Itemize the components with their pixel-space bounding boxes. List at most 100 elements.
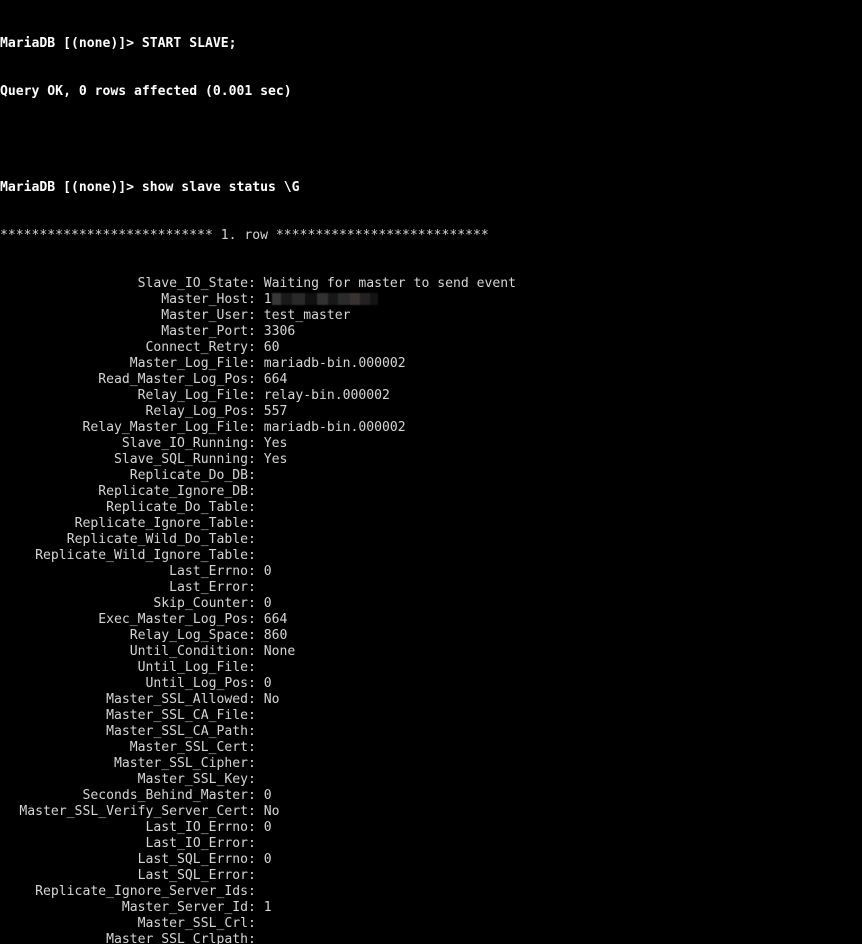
status-field-separator: : <box>248 852 264 867</box>
status-field-row: Master_SSL_Verify_Server_Cert: No <box>0 804 862 820</box>
status-field-separator: : <box>248 324 264 339</box>
status-field-separator: : <box>248 708 264 723</box>
status-field-label: Until_Condition <box>129 644 248 659</box>
query-ok-result: Query OK, 0 rows affected (0.001 sec) <box>0 84 292 99</box>
status-field-value: 664 <box>263 372 288 387</box>
status-field-label: Until_Log_Pos <box>145 676 248 691</box>
status-field-value: mariadb-bin.000002 <box>263 356 406 371</box>
status-field-row: Slave_IO_State: Waiting for master to se… <box>0 276 862 292</box>
status-field-row: Replicate_Ignore_Server_Ids: <box>0 884 862 900</box>
status-field-separator: : <box>248 500 264 515</box>
status-field-label: Master_Host <box>161 292 248 307</box>
status-field-row: Skip_Counter: 0 <box>0 596 862 612</box>
status-field-label: Master_SSL_Crl <box>137 916 248 931</box>
status-field-row: Master_SSL_CA_Path: <box>0 724 862 740</box>
status-field-row: Slave_IO_Running: Yes <box>0 436 862 452</box>
status-field-label: Slave_SQL_Running <box>113 452 248 467</box>
status-field-value: Yes <box>263 452 288 467</box>
status-field-row: Read_Master_Log_Pos: 664 <box>0 372 862 388</box>
status-field-value: 0 <box>263 852 272 867</box>
status-field-value: 664 <box>263 612 288 627</box>
status-field-separator: : <box>248 916 264 931</box>
status-field-label: Exec_Master_Log_Pos <box>98 612 248 627</box>
status-field-row: Master_Server_Id: 1 <box>0 900 862 916</box>
status-field-separator: : <box>248 836 264 851</box>
status-field-separator: : <box>248 804 264 819</box>
status-field-separator: : <box>248 484 264 499</box>
status-field-value: 0 <box>263 596 272 611</box>
status-field-value: 0 <box>263 564 272 579</box>
status-field-separator: : <box>248 612 264 627</box>
status-field-label: Replicate_Ignore_Table <box>74 516 248 531</box>
status-field-value: Yes <box>263 436 288 451</box>
status-field-row: Master_SSL_Cert: <box>0 740 862 756</box>
status-field-row: Master_SSL_Allowed: No <box>0 692 862 708</box>
status-field-row: Last_Error: <box>0 580 862 596</box>
status-field-value: 557 <box>263 404 288 419</box>
status-field-separator: : <box>248 308 264 323</box>
status-field-label: Master_SSL_Key <box>137 772 248 787</box>
status-field-separator: : <box>248 516 264 531</box>
status-field-label: Master_SSL_CA_Path <box>106 724 248 739</box>
status-field-row: Relay_Master_Log_File: mariadb-bin.00000… <box>0 420 862 436</box>
status-field-label: Master_Server_Id <box>121 900 248 915</box>
status-field-value: 3306 <box>263 324 296 339</box>
status-field-label: Last_Error <box>169 580 248 595</box>
status-field-label: Master_Log_File <box>129 356 248 371</box>
status-field-value: None <box>263 644 296 659</box>
status-field-label: Master_Port <box>161 324 248 339</box>
status-field-row: Until_Log_File: <box>0 660 862 676</box>
status-field-separator: : <box>248 820 264 835</box>
status-field-label: Replicate_Ignore_DB <box>98 484 248 499</box>
status-field-separator: : <box>248 452 264 467</box>
status-field-row: Master_SSL_CA_File: <box>0 708 862 724</box>
status-field-separator: : <box>248 580 264 595</box>
status-field-row: Master_SSL_Crl: <box>0 916 862 932</box>
status-field-label: Replicate_Do_DB <box>129 468 248 483</box>
status-field-label: Last_IO_Errno <box>145 820 248 835</box>
status-field-row: Replicate_Wild_Do_Table: <box>0 532 862 548</box>
status-field-row: Replicate_Do_DB: <box>0 468 862 484</box>
status-field-row: Master_SSL_Key: <box>0 772 862 788</box>
status-field-row: Last_SQL_Errno: 0 <box>0 852 862 868</box>
status-field-row: Master_Host: 1 <box>0 292 862 308</box>
status-field-separator: : <box>248 740 264 755</box>
status-field-separator: : <box>248 564 264 579</box>
status-field-row: Last_IO_Error: <box>0 836 862 852</box>
status-field-row: Until_Log_Pos: 0 <box>0 676 862 692</box>
status-field-label: Relay_Log_Space <box>129 628 248 643</box>
status-field-separator: : <box>248 676 264 691</box>
status-field-label: Skip_Counter <box>153 596 248 611</box>
status-field-value: No <box>263 692 280 707</box>
status-field-value: mariadb-bin.000002 <box>263 420 406 435</box>
status-field-label: Master_SSL_Verify_Server_Cert <box>19 804 248 819</box>
status-field-label: Relay_Log_File <box>137 388 248 403</box>
status-field-separator: : <box>248 404 264 419</box>
status-field-row: Replicate_Do_Table: <box>0 500 862 516</box>
command-line-start-slave: MariaDB [(none)]> START SLAVE; <box>0 36 237 51</box>
status-field-separator: : <box>248 436 264 451</box>
status-field-value: 1 <box>263 900 272 915</box>
terminal-output[interactable]: MariaDB [(none)]> START SLAVE; Query OK,… <box>0 0 862 944</box>
status-field-label: Last_SQL_Error <box>137 868 248 883</box>
status-field-separator: : <box>248 420 264 435</box>
status-field-separator: : <box>248 292 264 307</box>
status-field-value: 0 <box>263 788 272 803</box>
status-field-label: Master_SSL_Allowed <box>106 692 248 707</box>
status-field-value: 0 <box>263 820 272 835</box>
status-field-label: Last_IO_Error <box>145 836 248 851</box>
status-field-label: Until_Log_File <box>137 660 248 675</box>
status-field-value: test_master <box>263 308 351 323</box>
status-field-separator: : <box>248 628 264 643</box>
status-field-label: Master_SSL_CA_File <box>106 708 248 723</box>
status-field-separator: : <box>248 548 264 563</box>
status-field-separator: : <box>248 692 264 707</box>
status-field-separator: : <box>248 644 264 659</box>
status-field-row: Last_IO_Errno: 0 <box>0 820 862 836</box>
status-field-separator: : <box>248 772 264 787</box>
row-separator: *************************** 1. row *****… <box>0 228 489 243</box>
status-field-row: Seconds_Behind_Master: 0 <box>0 788 862 804</box>
status-field-value: relay-bin.000002 <box>263 388 390 403</box>
status-field-separator: : <box>248 276 264 291</box>
